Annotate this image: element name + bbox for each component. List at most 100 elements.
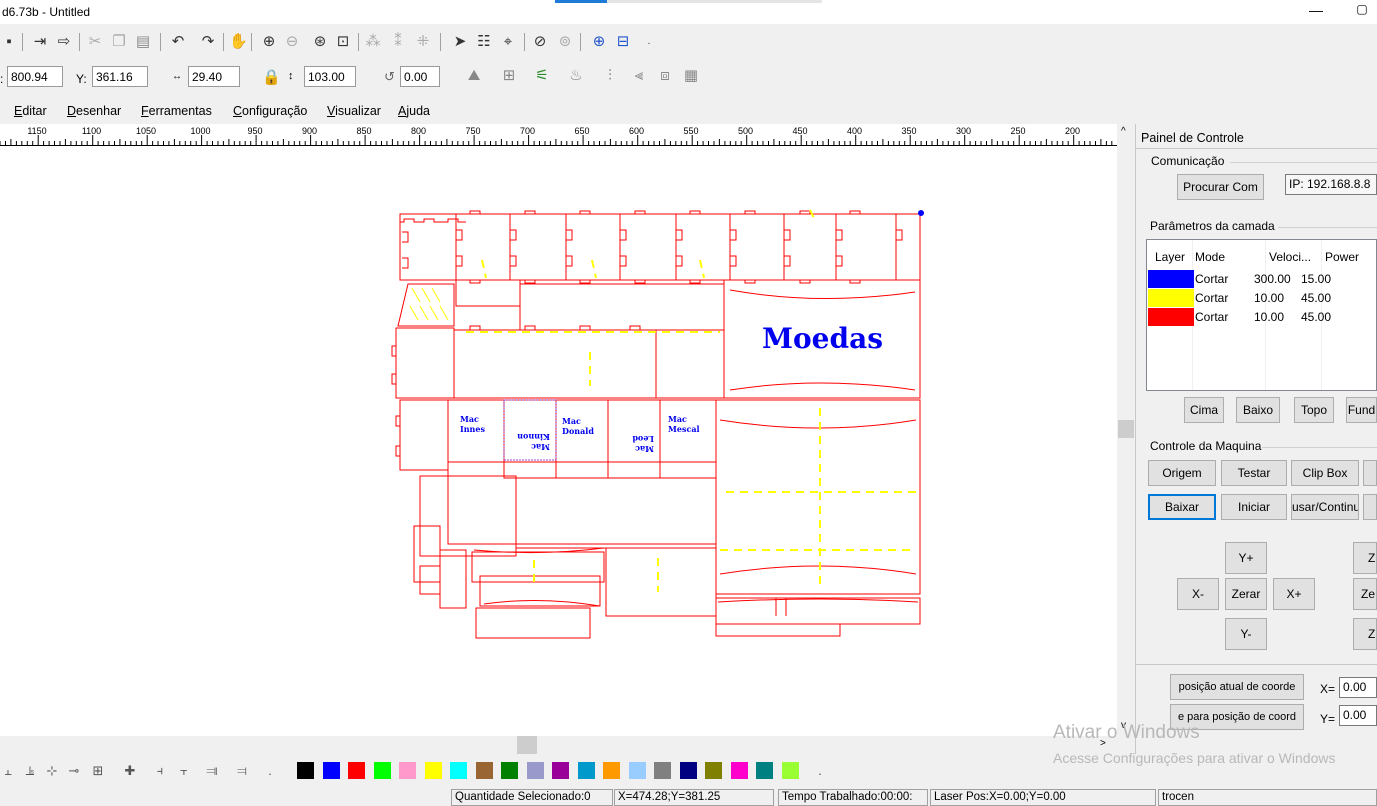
- layer-mode[interactable]: Cortar: [1195, 310, 1228, 324]
- focus-icon[interactable]: ⊕: [590, 33, 608, 51]
- weld-icon[interactable]: ⊚: [556, 33, 574, 51]
- minimize-button[interactable]: —: [1306, 2, 1326, 20]
- layer-power[interactable]: 45.00: [1301, 310, 1331, 324]
- start-button[interactable]: Iniciar: [1221, 494, 1287, 520]
- layer-power[interactable]: 45.00: [1301, 291, 1331, 305]
- selection-node[interactable]: [918, 210, 924, 216]
- horizontal-scroll-thumb[interactable]: [517, 736, 537, 754]
- layer-color-swatch[interactable]: [1148, 308, 1194, 326]
- pos-x-field[interactable]: 0.00: [1339, 677, 1377, 698]
- machine-extra-button[interactable]: [1363, 460, 1377, 486]
- same-size-icon[interactable]: ⫤: [234, 763, 250, 779]
- grid-icon[interactable]: ⊞: [90, 763, 106, 779]
- layer-speed[interactable]: 300.00: [1254, 272, 1291, 286]
- search-com-button[interactable]: Procurar Com: [1177, 174, 1264, 200]
- palette-color-swatch[interactable]: [730, 762, 748, 779]
- pan-hand-icon[interactable]: ✋: [229, 33, 248, 51]
- layer-mode[interactable]: Cortar: [1195, 291, 1228, 305]
- palette-color-swatch[interactable]: [628, 762, 646, 779]
- jog-x-plus-button[interactable]: X+: [1273, 578, 1315, 610]
- menu-configuracao[interactable]: Configuração: [233, 104, 307, 118]
- palette-color-swatch[interactable]: [297, 762, 314, 779]
- ungroup-icon[interactable]: ⁑: [389, 33, 407, 51]
- pattern-icon[interactable]: ▦: [682, 67, 700, 85]
- col-header-power[interactable]: Power: [1325, 250, 1359, 264]
- test-button[interactable]: Testar: [1221, 460, 1287, 486]
- horizontal-scrollbar[interactable]: >: [0, 736, 1135, 754]
- break-icon[interactable]: ⁜: [414, 33, 432, 51]
- pause-continue-button[interactable]: usar/Continu: [1291, 494, 1359, 520]
- menu-visualizar[interactable]: Visualizar: [327, 104, 381, 118]
- col-header-speed[interactable]: Veloci...: [1269, 250, 1311, 264]
- palette-color-swatch[interactable]: [756, 762, 773, 779]
- toolbar-overflow-icon[interactable]: .: [640, 33, 658, 51]
- palette-color-swatch[interactable]: [322, 762, 340, 779]
- palette-color-swatch[interactable]: [348, 762, 365, 779]
- group-icon[interactable]: ⁂: [364, 33, 382, 51]
- palette-color-swatch[interactable]: [603, 762, 620, 779]
- jog-y-minus-button[interactable]: Y-: [1225, 618, 1267, 650]
- palette-more-icon[interactable]: .: [812, 763, 828, 779]
- distribute-icon[interactable]: ♨: [567, 67, 585, 85]
- lock-ratio-icon[interactable]: 🔒: [262, 68, 281, 86]
- align-left-icon[interactable]: ⫷: [630, 67, 648, 85]
- palette-color-swatch[interactable]: [450, 762, 467, 779]
- paste-icon[interactable]: ▤: [134, 33, 152, 51]
- width-field[interactable]: 29.40: [188, 66, 240, 87]
- same-size-icon[interactable]: ⧈: [656, 67, 674, 85]
- align-grid-icon[interactable]: ⊞: [500, 67, 518, 85]
- label-mac-kinnon[interactable]: Mac Kinnon: [510, 432, 550, 452]
- layer-speed[interactable]: 10.00: [1254, 310, 1284, 324]
- layer-mode[interactable]: Cortar: [1195, 272, 1228, 286]
- palette-color-swatch[interactable]: [552, 762, 569, 779]
- align-center-icon[interactable]: ⫡: [22, 763, 38, 779]
- palette-color-swatch[interactable]: [475, 762, 493, 779]
- download-button[interactable]: Baixar: [1148, 494, 1216, 520]
- moedas-logo-text[interactable]: Moedas: [762, 322, 883, 355]
- offset-icon[interactable]: ⊘: [531, 33, 549, 51]
- align-right-icon[interactable]: ⫞: [152, 763, 168, 779]
- preview-icon[interactable]: ⊟: [614, 33, 632, 51]
- maximize-button[interactable]: ▢: [1352, 2, 1372, 20]
- distribute-v-icon[interactable]: ⊸: [66, 763, 82, 779]
- zoom-page-icon[interactable]: ⊡: [334, 33, 352, 51]
- vertical-scroll-thumb[interactable]: [1118, 420, 1134, 438]
- clip-box-button[interactable]: Clip Box: [1291, 460, 1359, 486]
- palette-color-swatch[interactable]: [399, 762, 416, 779]
- label-mac-innes[interactable]: Mac Innes: [460, 414, 494, 434]
- mirror-h-icon[interactable]: ⛰: [465, 67, 483, 85]
- ip-address-field[interactable]: IP: 192.168.8.8: [1285, 174, 1377, 195]
- label-mac-mescal[interactable]: Mac Mescal: [668, 414, 708, 434]
- jog-x-minus-button[interactable]: X-: [1177, 578, 1219, 610]
- same-width-icon[interactable]: ⫟: [176, 763, 192, 779]
- z-down-button[interactable]: Z: [1353, 618, 1377, 650]
- palette-overflow-icon[interactable]: .: [262, 763, 278, 779]
- label-mac-donald[interactable]: Mac Donald: [562, 416, 602, 436]
- save-icon[interactable]: ▪: [0, 33, 18, 51]
- layer-up-button[interactable]: Cima: [1184, 397, 1224, 423]
- jog-y-plus-button[interactable]: Y+: [1225, 542, 1267, 574]
- height-field[interactable]: 103.00: [304, 66, 356, 87]
- x-position-field[interactable]: 800.94: [7, 66, 63, 87]
- layer-table[interactable]: Layer Mode Veloci... Power Cortar 300.00…: [1146, 239, 1377, 391]
- z-up-button[interactable]: Z: [1353, 542, 1377, 574]
- palette-color-swatch[interactable]: [424, 762, 442, 779]
- col-header-mode[interactable]: Mode: [1195, 250, 1225, 264]
- redo-icon[interactable]: ↷: [199, 33, 217, 51]
- cut-icon[interactable]: ✂: [86, 33, 104, 51]
- label-mac-leod[interactable]: Mac Leod: [620, 434, 654, 454]
- select-tool-icon[interactable]: ➤: [451, 33, 469, 51]
- layer-color-swatch[interactable]: [1148, 289, 1194, 307]
- align-top-icon[interactable]: ⫶: [601, 67, 619, 85]
- cross-align-icon[interactable]: ✚: [122, 763, 138, 779]
- rotation-field[interactable]: 0.00: [400, 66, 440, 87]
- undo-icon[interactable]: ↶: [169, 33, 187, 51]
- layer-power[interactable]: 15.00: [1301, 272, 1331, 286]
- import-icon[interactable]: ⇥: [31, 33, 49, 51]
- zoom-fit-icon[interactable]: ⊛: [311, 33, 329, 51]
- y-position-field[interactable]: 361.16: [92, 66, 148, 87]
- current-position-button[interactable]: posição atual de coorde: [1170, 674, 1304, 700]
- zoom-out-icon[interactable]: ⊖: [283, 33, 301, 51]
- palette-color-swatch[interactable]: [501, 762, 518, 779]
- menu-ferramentas[interactable]: Ferramentas: [141, 104, 212, 118]
